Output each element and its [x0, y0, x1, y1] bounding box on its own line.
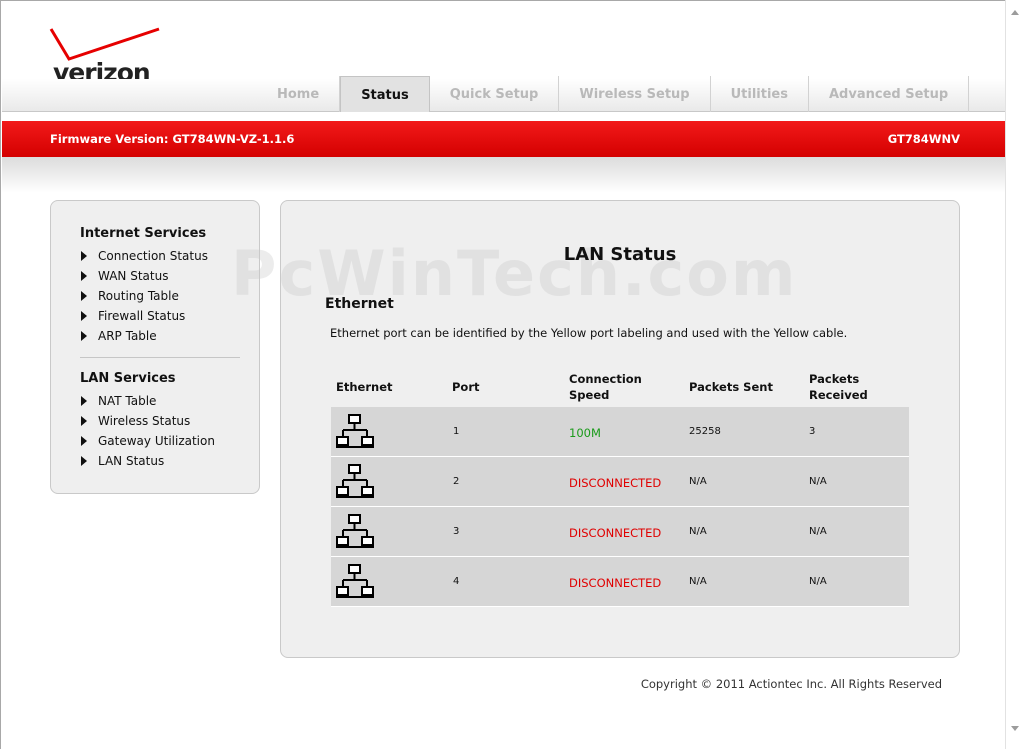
sidebar-item-gateway-utilization[interactable]: Gateway Utilization [81, 431, 215, 451]
col-header-ethernet: Ethernet [336, 380, 393, 394]
arrow-right-icon [81, 271, 87, 281]
sidebar-item-label: LAN Status [98, 454, 165, 468]
connection-speed: DISCONNECTED [569, 576, 662, 590]
network-icon [336, 464, 374, 498]
port-number: 1 [453, 426, 460, 437]
connection-speed: DISCONNECTED [569, 526, 662, 540]
firmware-version: Firmware Version: GT784WN-VZ-1.1.6 [50, 132, 295, 146]
table-row: 3 DISCONNECTED N/A N/A [331, 507, 909, 557]
arrow-right-icon [81, 396, 87, 406]
arrow-right-icon [81, 416, 87, 426]
arrow-right-icon [81, 311, 87, 321]
lan-status-table: 1 100M 25258 3 2 DISCONNECTED N/A N/A 3 … [331, 407, 909, 607]
scroll-up-icon[interactable] [1011, 10, 1019, 15]
port-number: 2 [453, 476, 460, 487]
packets-received: N/A [809, 526, 827, 537]
sidebar-item-arp-table[interactable]: ARP Table [81, 326, 208, 346]
connection-speed: 100M [569, 426, 601, 440]
col-header-speed-line2: Speed [569, 388, 610, 402]
copyright-footer: Copyright © 2011 Actiontec Inc. All Righ… [640, 677, 942, 691]
sidebar-item-label: Firewall Status [98, 309, 186, 323]
section-description: Ethernet port can be identified by the Y… [330, 326, 848, 340]
packets-sent: N/A [689, 576, 707, 587]
sidebar-divider [80, 357, 240, 358]
col-header-packets-sent: Packets Sent [689, 380, 773, 394]
arrow-right-icon [81, 436, 87, 446]
browser-viewport: verizon Home Status Quick Setup Wireless… [0, 0, 1006, 749]
sidebar-heading-internet: Internet Services [80, 226, 207, 241]
table-header: Ethernet Port Connection Speed Packets S… [331, 369, 909, 407]
table-row: 4 DISCONNECTED N/A N/A [331, 557, 909, 607]
sidebar-item-lan-status[interactable]: LAN Status [81, 451, 215, 471]
tab-status[interactable]: Status [340, 76, 430, 112]
sidebar-item-wan-status[interactable]: WAN Status [81, 266, 208, 286]
packets-sent: 25258 [689, 426, 721, 437]
col-header-speed: Connection Speed [569, 371, 642, 403]
col-header-received-line1: Packets [809, 372, 860, 386]
network-icon [336, 414, 374, 448]
connection-speed: DISCONNECTED [569, 476, 662, 490]
port-number: 4 [453, 576, 460, 587]
col-header-speed-line1: Connection [569, 372, 642, 386]
arrow-right-icon [81, 331, 87, 341]
table-row: 1 100M 25258 3 [331, 407, 909, 457]
sidebar-lan-list: NAT Table Wireless Status Gateway Utiliz… [81, 391, 215, 471]
sidebar-item-label: Wireless Status [98, 414, 191, 428]
header-shadow [2, 157, 1006, 193]
packets-received: N/A [809, 476, 827, 487]
sidebar-item-label: ARP Table [98, 329, 157, 343]
tab-quick-setup[interactable]: Quick Setup [430, 76, 560, 112]
arrow-right-icon [81, 291, 87, 301]
packets-received: N/A [809, 576, 827, 587]
firmware-bar: Firmware Version: GT784WN-VZ-1.1.6 GT784… [2, 121, 1006, 157]
sidebar-item-label: Gateway Utilization [98, 434, 215, 448]
port-number: 3 [453, 526, 460, 537]
sidebar-item-label: WAN Status [98, 269, 169, 283]
tab-utilities[interactable]: Utilities [711, 76, 809, 112]
page-title: LAN Status [563, 244, 677, 265]
sidebar-item-routing-table[interactable]: Routing Table [81, 286, 208, 306]
arrow-right-icon [81, 456, 87, 466]
tab-home[interactable]: Home [257, 76, 341, 112]
packets-received: 3 [809, 426, 816, 437]
sidebar-item-label: NAT Table [98, 394, 157, 408]
col-header-received-line2: Received [809, 388, 868, 402]
device-model: GT784WNV [887, 132, 960, 146]
tab-advanced-setup[interactable]: Advanced Setup [809, 76, 970, 112]
table-row: 2 DISCONNECTED N/A N/A [331, 457, 909, 507]
top-nav-tabs: Home Status Quick Setup Wireless Setup U… [257, 76, 970, 112]
network-icon [336, 514, 374, 548]
col-header-port: Port [452, 380, 480, 394]
packets-sent: N/A [689, 526, 707, 537]
sidebar-item-firewall-status[interactable]: Firewall Status [81, 306, 208, 326]
sidebar-item-nat-table[interactable]: NAT Table [81, 391, 215, 411]
sidebar-item-label: Routing Table [98, 289, 179, 303]
sidebar-item-wireless-status[interactable]: Wireless Status [81, 411, 215, 431]
section-title: Ethernet [325, 296, 394, 312]
tab-wireless-setup[interactable]: Wireless Setup [559, 76, 711, 112]
sidebar-heading-lan: LAN Services [80, 371, 176, 386]
packets-sent: N/A [689, 476, 707, 487]
network-icon [336, 564, 374, 598]
scroll-down-icon[interactable] [1011, 726, 1019, 731]
vertical-scrollbar[interactable] [1005, 0, 1022, 749]
col-header-packets-received: Packets Received [809, 371, 868, 403]
